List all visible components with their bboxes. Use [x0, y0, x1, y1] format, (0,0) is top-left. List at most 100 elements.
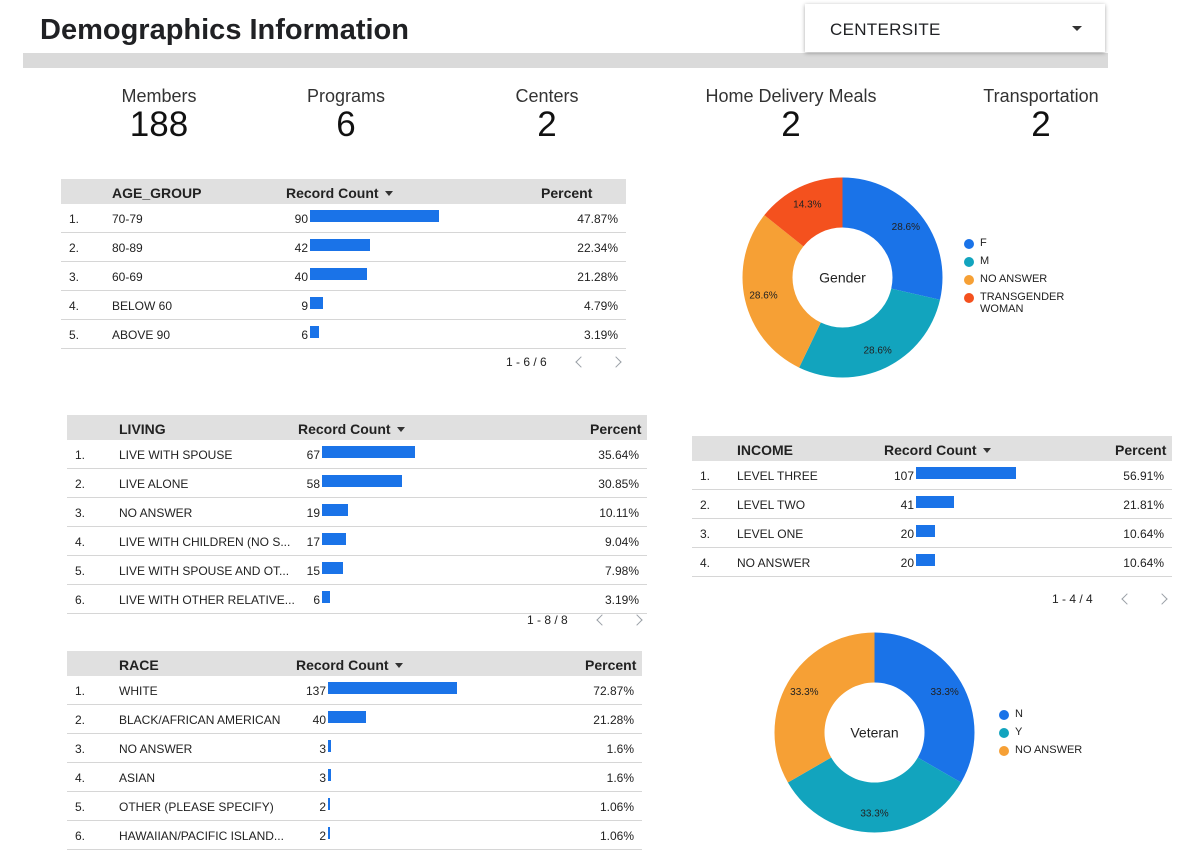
table-header: INCOME Record Count Percent — [692, 436, 1172, 461]
column-header-percent[interactable]: Percent — [590, 421, 641, 437]
row-percent: 1.06% — [599, 829, 634, 843]
row-index: 4. — [700, 556, 711, 570]
table-row[interactable]: 4. NO ANSWER 20 10.64% — [692, 548, 1172, 577]
chevron-left-icon[interactable] — [1121, 593, 1133, 605]
column-header-record-count[interactable]: Record Count — [884, 442, 991, 458]
row-index: 1. — [75, 448, 86, 462]
table-row[interactable]: 5. ABOVE 90 6 3.19% — [61, 320, 626, 349]
row-count: 137 — [305, 684, 326, 698]
legend-item-no-answer[interactable]: NO ANSWER — [964, 273, 1074, 285]
table-row[interactable]: 3. LEVEL ONE 20 10.64% — [692, 519, 1172, 548]
legend-item-f[interactable]: F — [964, 237, 1074, 249]
legend-item-no-answer[interactable]: NO ANSWER — [999, 744, 1109, 756]
donut-slice-no-answer[interactable] — [774, 632, 875, 783]
table-row[interactable]: 2. 80-89 42 22.34% — [61, 233, 626, 262]
table-row[interactable]: 4. BELOW 60 9 4.79% — [61, 291, 626, 320]
row-percent: 21.81% — [1123, 498, 1164, 512]
column-header-percent[interactable]: Percent — [585, 657, 636, 673]
chevron-left-icon[interactable] — [596, 614, 608, 626]
legend-item-y[interactable]: Y — [999, 726, 1109, 738]
row-label: BELOW 60 — [112, 299, 173, 313]
dropdown-label: CENTERSITE — [830, 20, 941, 39]
table-row[interactable]: 6. LIVE WITH OTHER RELATIVE... 6 3.19% — [67, 585, 647, 614]
column-header-record-count[interactable]: Record Count — [298, 421, 405, 437]
row-percent: 4.79% — [583, 299, 618, 313]
count-bar — [328, 827, 330, 839]
sort-desc-icon[interactable] — [384, 191, 393, 196]
column-header-record-count[interactable]: Record Count — [286, 185, 393, 201]
legend-item-m[interactable]: M — [964, 255, 1074, 267]
row-percent: 22.34% — [577, 241, 618, 255]
table-row[interactable]: 5. OTHER (PLEASE SPECIFY) 2 1.06% — [67, 792, 642, 821]
row-index: 2. — [69, 241, 80, 255]
row-percent: 7.98% — [604, 564, 639, 578]
column-header-record-count[interactable]: Record Count — [296, 657, 403, 673]
table-row[interactable]: 2. LIVE ALONE 58 30.85% — [67, 469, 647, 498]
row-label: NO ANSWER — [737, 556, 811, 570]
column-header-living[interactable]: LIVING — [119, 421, 166, 437]
donut-slice-m[interactable] — [799, 288, 940, 378]
donut-center-title: Gender — [819, 270, 866, 286]
donut-slice-n[interactable] — [874, 632, 975, 783]
sort-desc-icon[interactable] — [982, 448, 991, 453]
table-row[interactable]: 3. NO ANSWER 19 10.11% — [67, 498, 647, 527]
row-percent: 3.19% — [604, 593, 639, 607]
table-row[interactable]: 1. WHITE 137 72.87% — [67, 676, 642, 705]
row-count: 6 — [301, 328, 308, 342]
table-row[interactable]: 2. LEVEL TWO 41 21.81% — [692, 490, 1172, 519]
row-percent: 10.64% — [1123, 527, 1164, 541]
table-row[interactable]: 6. HAWAIIAN/PACIFIC ISLAND... 2 1.06% — [67, 821, 642, 850]
legend-item-transgender-woman[interactable]: TRANSGENDER WOMAN — [964, 291, 1070, 315]
row-index: 4. — [69, 299, 80, 313]
row-count: 19 — [306, 506, 320, 520]
row-index: 1. — [700, 469, 711, 483]
row-percent: 1.6% — [606, 742, 634, 756]
chevron-right-icon[interactable] — [1156, 593, 1169, 605]
row-index: 5. — [75, 800, 86, 814]
sort-desc-icon[interactable] — [396, 427, 405, 432]
table-row[interactable]: 3. NO ANSWER 3 1.6% — [67, 734, 642, 763]
table-row[interactable]: 4. ASIAN 3 1.6% — [67, 763, 642, 792]
chevron-right-icon[interactable] — [610, 356, 623, 368]
chevron-left-icon[interactable] — [575, 356, 587, 368]
row-label: LEVEL THREE — [737, 469, 818, 483]
sort-desc-icon[interactable] — [394, 663, 403, 668]
centersite-dropdown[interactable]: CENTERSITE — [805, 4, 1105, 52]
count-bar — [322, 533, 346, 545]
chevron-right-icon[interactable] — [631, 614, 644, 626]
donut-slice-y[interactable] — [787, 757, 962, 833]
table-row[interactable]: 1. 70-79 90 47.87% — [61, 204, 626, 233]
row-count: 90 — [294, 212, 308, 226]
table-row[interactable]: 5. LIVE WITH SPOUSE AND OT... 15 7.98% — [67, 556, 647, 585]
row-percent: 10.11% — [599, 506, 639, 520]
table-row[interactable]: 3. 60-69 40 21.28% — [61, 262, 626, 291]
column-header-age-group[interactable]: AGE_GROUP — [112, 185, 201, 201]
caret-down-icon[interactable] — [1072, 26, 1082, 31]
count-bar — [328, 682, 457, 694]
count-bar — [916, 467, 1016, 479]
column-header-percent[interactable]: Percent — [541, 185, 592, 201]
count-bar — [916, 554, 935, 566]
count-bar — [310, 326, 319, 338]
row-index: 2. — [700, 498, 711, 512]
row-count: 20 — [900, 527, 914, 541]
count-bar — [322, 562, 343, 574]
row-percent: 72.87% — [593, 684, 634, 698]
column-header-percent[interactable]: Percent — [1115, 442, 1166, 458]
pagination-label: 1 - 6 / 6 — [506, 355, 547, 369]
table-row[interactable]: 2. BLACK/AFRICAN AMERICAN 40 21.28% — [67, 705, 642, 734]
row-label: 80-89 — [112, 241, 143, 255]
page-title: Demographics Information — [40, 14, 409, 46]
legend-item-n[interactable]: N — [999, 708, 1109, 720]
kpi-transportation: Transportation 2 — [931, 86, 1151, 144]
veteran-legend: N Y NO ANSWER — [999, 708, 1109, 762]
veteran-donut-chart: 33.3% 33.3% 33.3% Veteran — [774, 632, 975, 833]
slice-percent-label: 33.3% — [930, 687, 958, 698]
table-row[interactable]: 4. LIVE WITH CHILDREN (NO S... 17 9.04% — [67, 527, 647, 556]
table-row[interactable]: 1. LEVEL THREE 107 56.91% — [692, 461, 1172, 490]
column-header-income[interactable]: INCOME — [737, 442, 793, 458]
row-count: 20 — [900, 556, 914, 570]
count-bar — [916, 525, 935, 537]
table-row[interactable]: 1. LIVE WITH SPOUSE 67 35.64% — [67, 440, 647, 469]
column-header-race[interactable]: RACE — [119, 657, 159, 673]
